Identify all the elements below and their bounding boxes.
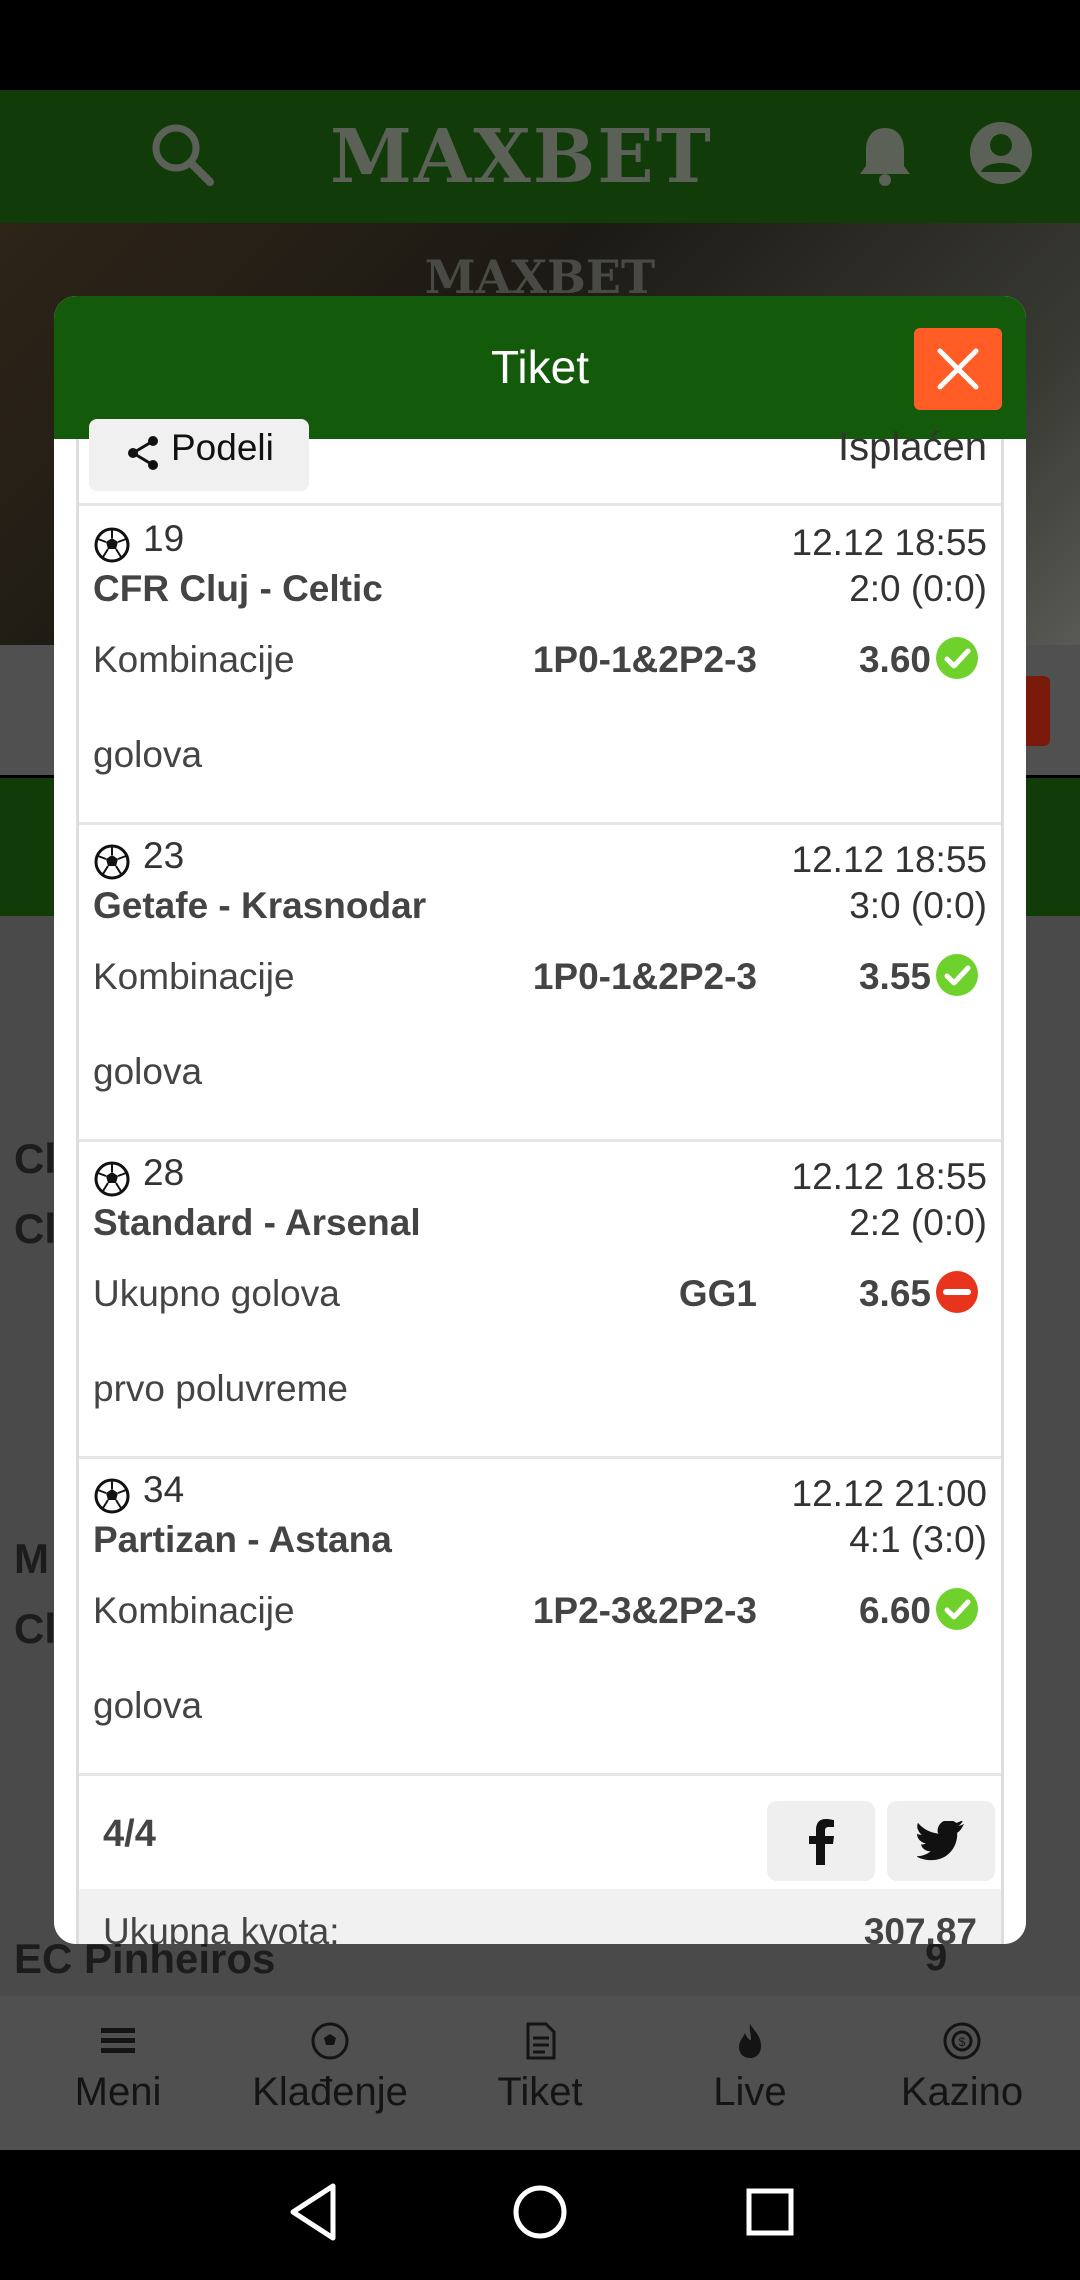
facebook-icon [809, 1819, 834, 1865]
back-icon[interactable] [285, 2180, 345, 2244]
nav-label: Tiket [497, 2070, 583, 2114]
modal-title: Tiket [491, 341, 589, 393]
bet-market: Kombinacije [93, 956, 295, 997]
bet-pick: 1P0-1&2P2-3 [532, 956, 757, 997]
check-win-icon [936, 1588, 978, 1630]
soccer-ball-icon [94, 1161, 130, 1197]
match-row: 28 12.12 18:55 Standard - Arsenal 2:2 (0… [79, 1140, 1001, 1459]
share-label: Podeli [171, 427, 274, 468]
match-row: 23 12.12 18:55 Getafe - Krasnodar 3:0 (0… [79, 823, 1001, 1142]
fire-icon [739, 2024, 761, 2058]
nav-label: Live [713, 2070, 787, 2114]
bet-market-sub: golova [93, 734, 203, 775]
minus-loss-icon [936, 1271, 978, 1313]
soccer-ball-icon [94, 1478, 130, 1514]
bet-odd: 3.65 [858, 1273, 931, 1314]
share-button[interactable]: Podeli [89, 419, 309, 491]
ticket-modal: Tiket Podeli Isplaćen 19 12.12 18:55 CFR… [54, 296, 1026, 1944]
home-icon[interactable] [510, 2180, 570, 2244]
ticket-status: Isplaćen [838, 425, 987, 469]
bg-row-text: Cl [14, 1135, 56, 1182]
match-number: 34 [143, 1469, 185, 1510]
bet-market: Kombinacije [93, 639, 295, 680]
match-date: 12.12 18:55 [791, 522, 987, 563]
bg-row-text: Cl [14, 1605, 56, 1652]
match-number: 28 [143, 1152, 185, 1193]
ticket-icon [526, 2022, 556, 2060]
soccer-ball-icon [94, 527, 130, 563]
bg-row-text: M [14, 1535, 49, 1582]
total-odds-label: Ukupna kvota: [103, 1911, 340, 1944]
match-score: 2:2 (0:0) [849, 1202, 987, 1243]
search-icon[interactable] [148, 120, 218, 190]
soccer-ball-icon [94, 844, 130, 880]
bg-row-text: Cl [14, 1205, 56, 1252]
nav-tiket[interactable]: Tiket [432, 1996, 648, 2150]
bottom-nav: Meni Klađenje Tiket Live $ Kazino [0, 1996, 1080, 2150]
nav-kladjenje[interactable]: Klađenje [222, 1996, 438, 2150]
status-bar [0, 0, 1080, 90]
ball-icon [311, 2022, 349, 2060]
match-number: 19 [143, 518, 185, 559]
bet-market: Ukupno golova [93, 1273, 340, 1314]
modal-body[interactable]: Podeli Isplaćen 19 12.12 18:55 CFR Cluj … [54, 419, 1026, 1944]
bet-pick: 1P0-1&2P2-3 [532, 639, 757, 680]
bell-icon[interactable] [850, 120, 920, 190]
casino-chip-icon: $ [943, 2022, 981, 2060]
close-button[interactable] [914, 328, 1002, 410]
bet-odd: 6.60 [858, 1590, 931, 1631]
bet-pick: GG1 [678, 1273, 757, 1314]
match-number: 23 [143, 835, 185, 876]
match-count: 4/4 [103, 1813, 156, 1855]
match-teams: Partizan - Astana [93, 1519, 392, 1560]
nav-label: Kazino [900, 2070, 1024, 2114]
match-score: 2:0 (0:0) [849, 568, 987, 609]
check-win-icon [936, 954, 978, 996]
bet-market-sub: golova [93, 1051, 203, 1092]
match-date: 12.12 21:00 [791, 1473, 987, 1514]
svg-text:$: $ [959, 2035, 966, 2049]
share-icon [128, 436, 158, 470]
nav-meni[interactable]: Meni [10, 1996, 226, 2150]
match-score: 3:0 (0:0) [849, 885, 987, 926]
check-win-icon [936, 637, 978, 679]
brand-logo: MAXBET [330, 114, 713, 200]
match-row: 34 12.12 21:00 Partizan - Astana 4:1 (3:… [79, 1457, 1001, 1776]
match-teams: CFR Cluj - Celtic [93, 568, 383, 609]
nav-kazino[interactable]: $ Kazino [854, 1996, 1070, 2150]
menu-icon [101, 2028, 135, 2053]
ticket-card: Podeli Isplaćen 19 12.12 18:55 CFR Cluj … [76, 419, 1004, 1944]
match-date: 12.12 18:55 [791, 1156, 987, 1197]
ticket-footer: 4/4 [79, 1783, 1001, 1889]
facebook-share-button[interactable] [767, 1801, 875, 1881]
bet-odd: 3.60 [858, 639, 931, 680]
android-nav-bar [0, 2150, 1080, 2280]
bet-market: Kombinacije [93, 1590, 295, 1631]
twitter-share-button[interactable] [887, 1801, 995, 1881]
twitter-icon [917, 1821, 965, 1861]
nav-label: Meni [74, 2070, 162, 2114]
recents-icon[interactable] [740, 2180, 800, 2244]
match-score: 4:1 (3:0) [849, 1519, 987, 1560]
match-teams: Standard - Arsenal [93, 1202, 421, 1243]
nav-live[interactable]: Live [642, 1996, 858, 2150]
bet-pick: 1P2-3&2P2-3 [532, 1590, 757, 1631]
bet-market-sub: golova [93, 1685, 203, 1726]
match-teams: Getafe - Krasnodar [93, 885, 427, 926]
account-icon[interactable] [968, 120, 1034, 186]
match-row: 19 12.12 18:55 CFR Cluj - Celtic 2:0 (0:… [79, 506, 1001, 825]
total-odds-value: 307.87 [863, 1911, 977, 1944]
total-odds-row: Ukupna kvota: 307.87 [79, 1889, 1001, 1944]
bet-odd: 3.55 [858, 956, 931, 997]
close-icon [937, 348, 979, 390]
match-date: 12.12 18:55 [791, 839, 987, 880]
bet-market-sub: prvo poluvreme [93, 1368, 349, 1409]
nav-label: Klađenje [252, 2070, 408, 2114]
